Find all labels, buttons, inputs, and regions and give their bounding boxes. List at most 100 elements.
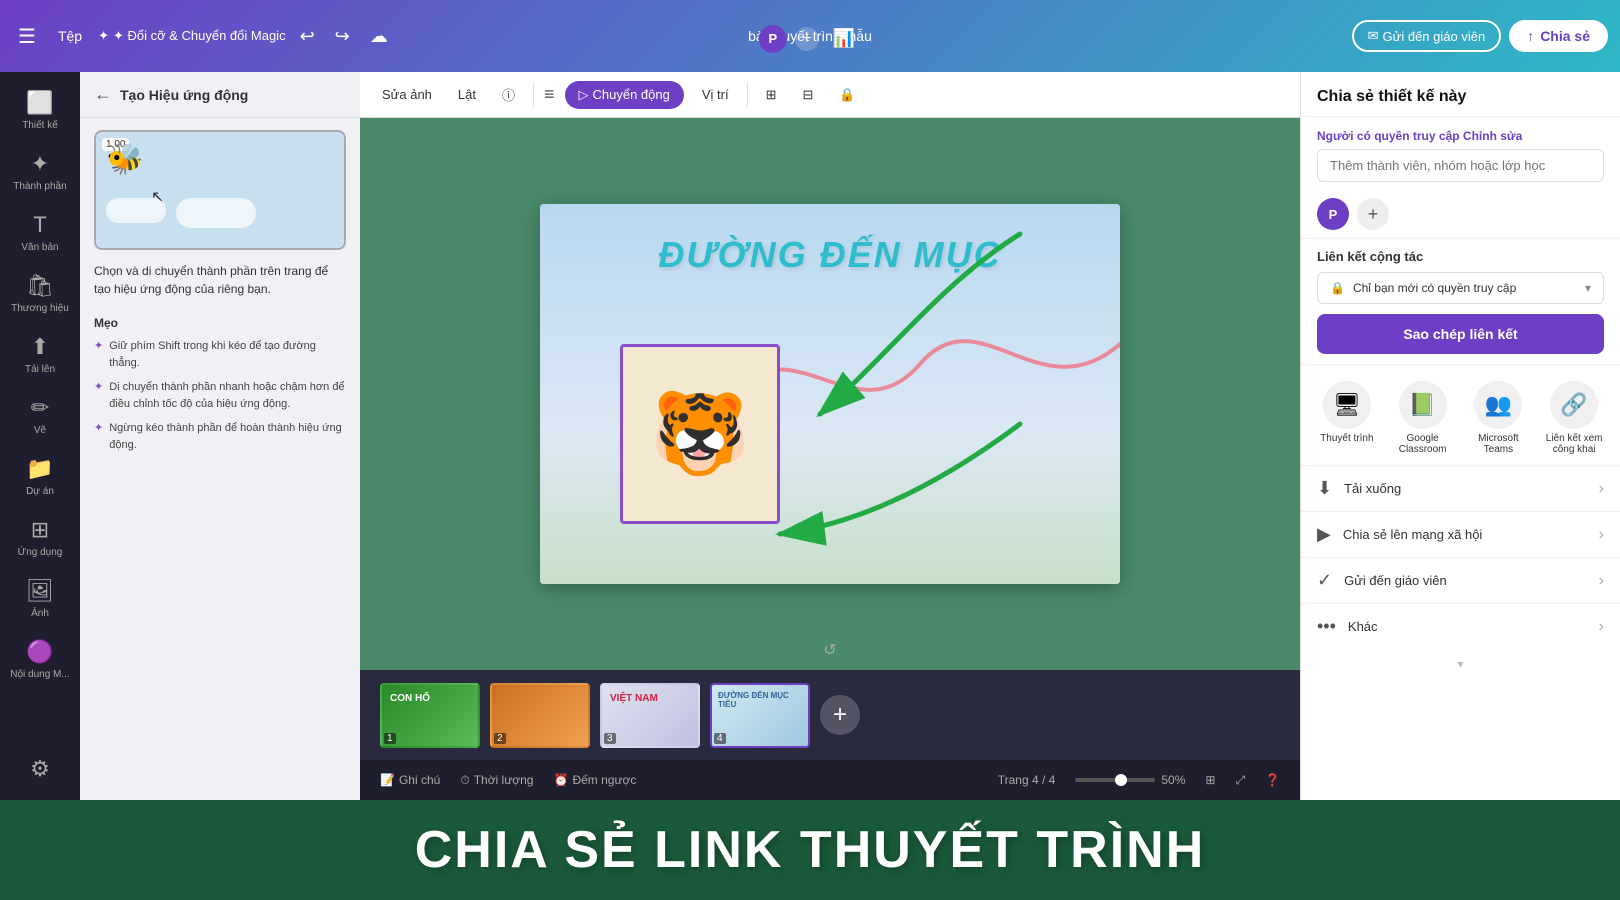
- sidebar-item-du-an[interactable]: 📁 Dự án: [5, 448, 75, 505]
- gui-giao-vien-menu-item[interactable]: ✓ Gửi đến giáo viên ›: [1301, 557, 1620, 603]
- canvas-wrapper: ĐƯỜNG ĐẾN MỤC 🐯: [360, 118, 1300, 670]
- panel-preview: 1.00 🐝 ↖: [94, 130, 346, 250]
- sidebar-item-anh[interactable]: 🖼 Ảnh: [5, 570, 75, 627]
- zoom-level: 50%: [1161, 773, 1185, 787]
- tep-button[interactable]: Tệp: [50, 24, 90, 48]
- zoom-handle[interactable]: [1115, 774, 1127, 786]
- back-button[interactable]: ←: [94, 84, 112, 105]
- share-icons-row: 🖥 Thuyết trình 📗 Google Classroom 👥 Micr…: [1301, 364, 1620, 465]
- zoom-control: 50%: [1075, 773, 1185, 787]
- cloud-button[interactable]: ☁: [364, 20, 394, 53]
- share-lien-ket-cong-khai[interactable]: 🔗 Liên kết xem công khai: [1544, 381, 1604, 455]
- thumb-4[interactable]: ĐƯỜNG ĐẾN MỤC TIÊU 4: [710, 683, 810, 748]
- analytics-button[interactable]: 📊: [827, 22, 861, 55]
- canvas-toolbar: Sửa ảnh Lật ⓘ ≡ ▷ Chuyển động Vị trí ⊞ ⊟…: [360, 72, 1300, 118]
- lien-ket-section: Liên kết cộng tác 🔒 Chỉ bạn mới có quyền…: [1301, 238, 1620, 364]
- copy-link-button[interactable]: Sao chép liên kết: [1317, 314, 1604, 354]
- share-google-classroom[interactable]: 📗 Google Classroom: [1393, 381, 1453, 455]
- dem-nguoc-button[interactable]: ⏰ Đếm ngược: [553, 773, 636, 787]
- khac-menu-item[interactable]: ••• Khác ›: [1301, 603, 1620, 649]
- microsoft-teams-icon: 👥: [1474, 381, 1522, 429]
- thoi-luong-button[interactable]: ⏱ Thời lượng: [460, 773, 533, 788]
- pink-wave: [740, 284, 1120, 484]
- du-an-icon: 📁: [26, 456, 53, 482]
- page-info: Trang 4 / 4: [998, 773, 1056, 787]
- chuyen-dong-button[interactable]: ▷ Chuyển động: [565, 81, 684, 109]
- help-button[interactable]: ❓: [1265, 773, 1280, 787]
- mang-xa-hoi-menu-item[interactable]: ▶ Chia sẻ lên mạng xã hội ›: [1301, 511, 1620, 557]
- tip-icon-1: ✦: [94, 338, 103, 371]
- panel-tip-3: ✦ Ngừng kéo thành phần để hoàn thành hiệ…: [80, 416, 360, 457]
- magic-button[interactable]: ✦ ✦ Đổi cỡ & Chuyển đổi Magic: [98, 28, 286, 44]
- sua-anh-button[interactable]: Sửa ảnh: [374, 83, 440, 106]
- share-access-label: Người có quyền truy cập Chỉnh sửa: [1317, 129, 1604, 143]
- panel-description: Chọn và di chuyển thành phần trên trang …: [80, 262, 360, 308]
- share-microsoft-teams[interactable]: 👥 Microsoft Teams: [1469, 381, 1529, 455]
- slide-canvas[interactable]: ĐƯỜNG ĐẾN MỤC 🐯: [540, 204, 1120, 584]
- share-panel-title: Chia sẻ thiết kế này: [1301, 72, 1620, 117]
- share-access-section: Người có quyền truy cập Chỉnh sửa: [1301, 117, 1620, 194]
- sidebar-item-noi-dung[interactable]: 🟣 Nội dung M...: [5, 631, 75, 688]
- gui-giao-vien-button[interactable]: ✉ Gửi đến giáo viên: [1352, 20, 1502, 52]
- sidebar-item-thanh-phan[interactable]: ✦ Thành phần: [5, 143, 75, 200]
- magic-dot: ✦: [98, 28, 109, 44]
- redo-button[interactable]: ↪: [329, 20, 356, 53]
- sidebar-item-van-ban[interactable]: T Văn bản: [5, 204, 75, 261]
- ung-dung-icon: ⊞: [31, 517, 49, 543]
- chevron-down-icon: ▾: [1585, 281, 1591, 295]
- ghi-chu-button[interactable]: 📝 Ghi chú: [380, 773, 440, 787]
- tai-xuong-menu-item[interactable]: ⬇ Tải xuống ›: [1301, 465, 1620, 511]
- lock-button[interactable]: 🔒: [831, 83, 863, 107]
- sidebar-item-tai-len[interactable]: ⬆ Tải lên: [5, 326, 75, 383]
- grid-view-button[interactable]: ⊞: [1205, 773, 1215, 787]
- note-icon: 📝: [380, 773, 395, 787]
- sidebar-item-thiet-ke[interactable]: ⬜ Thiết kế: [5, 82, 75, 139]
- zoom-slider[interactable]: [1075, 778, 1155, 782]
- lat-button[interactable]: Lật: [450, 83, 484, 106]
- chia-se-button[interactable]: ↑ Chia sẻ: [1509, 20, 1608, 52]
- grid-button[interactable]: ⊞: [758, 83, 785, 107]
- toolbar-divider-1: [533, 83, 534, 107]
- noi-dung-icon: 🟣: [26, 639, 53, 665]
- align-button[interactable]: ⊟: [795, 83, 822, 107]
- left-sidebar: ⬜ Thiết kế ✦ Thành phần T Văn bản 🛍 Thươ…: [0, 72, 80, 800]
- thuong-hieu-icon: 🛍: [26, 273, 54, 299]
- public-link-icon: 🔗: [1550, 381, 1598, 429]
- thumb-2[interactable]: 2: [490, 683, 590, 748]
- add-user-button[interactable]: +: [795, 27, 819, 51]
- chevron-right-icon-3: ›: [1599, 572, 1604, 590]
- chuyen-dong-icon: ▷: [579, 87, 589, 103]
- panel-tip-2: ✦ Di chuyển thành phần nhanh hoặc chậm h…: [80, 375, 360, 416]
- gui-icon: ✉: [1368, 28, 1379, 44]
- share-thuyet-trinh[interactable]: 🖥 Thuyết trình: [1317, 381, 1377, 455]
- sidebar-item-thuong-hieu[interactable]: 🛍 Thương hiệu: [5, 265, 75, 322]
- main-area: ⬜ Thiết kế ✦ Thành phần T Văn bản 🛍 Thươ…: [0, 72, 1620, 800]
- vi-tri-button[interactable]: Vị trí: [694, 83, 737, 106]
- add-avatar-button[interactable]: +: [1357, 198, 1389, 230]
- lien-ket-dropdown[interactable]: 🔒 Chỉ bạn mới có quyền truy cập ▾: [1317, 272, 1604, 304]
- lien-ket-label: Liên kết cộng tác: [1317, 249, 1604, 264]
- more-icon: •••: [1317, 616, 1336, 637]
- thumb-3[interactable]: VIỆT NAM 3: [600, 683, 700, 748]
- user-avatar-p: P: [1317, 198, 1349, 230]
- scroll-down-indicator: ▾: [1457, 657, 1463, 671]
- chinh-sua-link[interactable]: Chỉnh sửa: [1463, 129, 1522, 143]
- animation-panel: ← Tạo Hiệu ứng động 1.00 🐝 ↖ Chọn và di …: [80, 72, 360, 800]
- share-panel-scroll: ▾: [1301, 649, 1620, 679]
- chevron-right-icon-2: ›: [1599, 526, 1604, 544]
- sidebar-item-ung-dung[interactable]: ⊞ Ứng dụng: [5, 509, 75, 566]
- hamburger-menu-button[interactable]: ☰: [12, 18, 42, 55]
- sidebar-item-settings[interactable]: ⚙: [5, 748, 75, 790]
- tiger-image[interactable]: 🐯: [620, 344, 780, 524]
- thuyet-trinh-icon: 🖥: [1323, 381, 1371, 429]
- share-member-input[interactable]: [1317, 149, 1604, 182]
- sidebar-item-ve[interactable]: ✏ Vẽ: [5, 387, 75, 444]
- fullscreen-button[interactable]: ⤢: [1235, 773, 1245, 788]
- teacher-icon: ✓: [1317, 570, 1332, 591]
- download-icon: ⬇: [1317, 478, 1332, 499]
- thiet-ke-icon: ⬜: [26, 90, 53, 116]
- undo-button[interactable]: ↩: [294, 20, 321, 53]
- info-button[interactable]: ⓘ: [494, 81, 523, 108]
- add-slide-button[interactable]: +: [820, 695, 860, 735]
- thumb-1[interactable]: CON HỔ 1: [380, 683, 480, 748]
